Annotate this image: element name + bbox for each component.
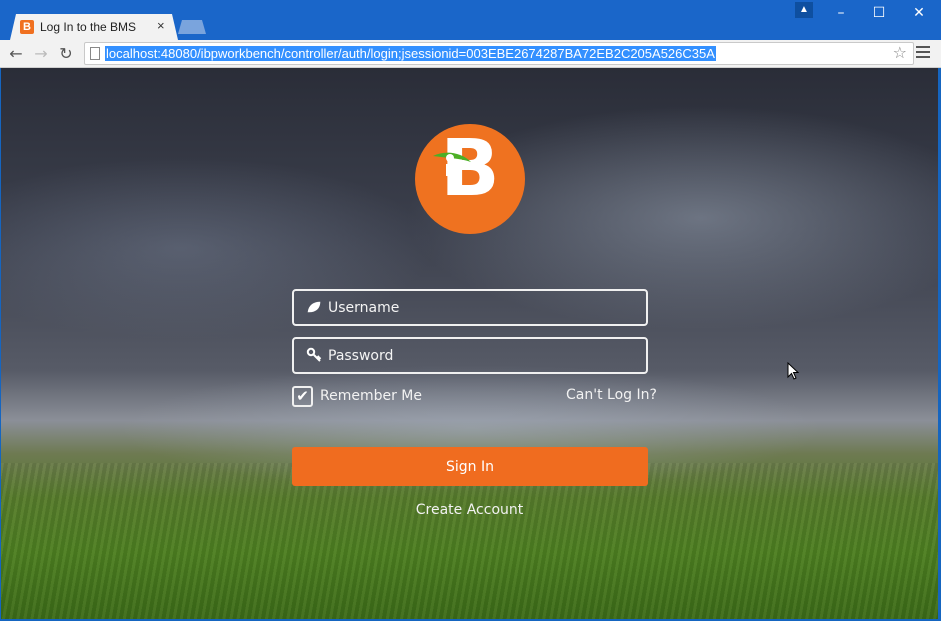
back-arrow-icon[interactable]: ← (5, 43, 27, 65)
remember-me-checkbox[interactable]: ✔ (292, 386, 313, 407)
logo-leaf-icon (433, 152, 471, 176)
browser-toolbar: ← → ↻ localhost:48080/ibpworkbench/contr… (0, 40, 941, 68)
tab-close-icon[interactable]: × (157, 18, 165, 33)
new-tab-button[interactable] (178, 20, 206, 34)
key-icon (306, 347, 322, 363)
profile-icon[interactable]: ▲ (795, 2, 813, 18)
leaf-icon (306, 299, 322, 315)
login-page: B ✔ Remember Me Can't Log In? Sign In Cr… (1, 68, 938, 619)
bms-favicon-icon: B (20, 20, 34, 34)
password-field[interactable] (292, 337, 648, 374)
logo-letter: B (440, 124, 500, 214)
create-account-link: Create Account (1, 502, 938, 518)
menu-icon[interactable] (916, 46, 930, 60)
bms-logo: B (415, 124, 525, 234)
mouse-cursor-icon (787, 362, 799, 380)
username-field[interactable] (292, 289, 648, 326)
tab-title: Log In to the BMS (40, 20, 137, 34)
cant-login-link[interactable]: Can't Log In? (566, 387, 657, 403)
password-input[interactable] (328, 345, 628, 367)
bookmark-star-icon[interactable]: ☆ (893, 43, 907, 62)
minimize-button[interactable]: – (826, 4, 856, 22)
create-account-text[interactable]: Create Account (416, 502, 524, 518)
close-window-button[interactable]: ✕ (904, 4, 934, 22)
maximize-button[interactable]: ☐ (864, 4, 894, 22)
browser-titlebar: B Log In to the BMS × ▲ – ☐ ✕ (0, 0, 941, 40)
background-field (1, 463, 938, 619)
page-icon (90, 47, 100, 60)
reload-icon[interactable]: ↻ (55, 43, 77, 65)
username-input[interactable] (328, 297, 628, 319)
address-bar[interactable]: localhost:48080/ibpworkbench/controller/… (84, 42, 914, 65)
remember-me-label[interactable]: Remember Me (320, 388, 422, 404)
url-text[interactable]: localhost:48080/ibpworkbench/controller/… (105, 46, 716, 61)
sign-in-button[interactable]: Sign In (292, 447, 648, 486)
browser-tab[interactable]: B Log In to the BMS × (10, 14, 178, 40)
forward-arrow-icon[interactable]: → (30, 43, 52, 65)
